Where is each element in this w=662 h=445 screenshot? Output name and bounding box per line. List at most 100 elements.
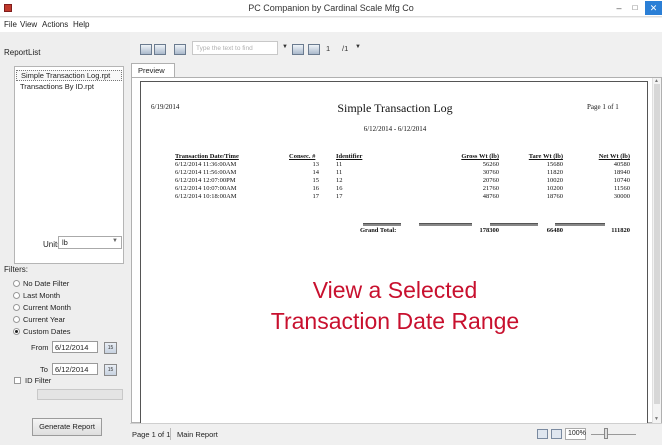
overlay-line-2: Transaction Date Range — [270, 308, 520, 334]
search-input[interactable]: Type the text to find — [192, 41, 278, 55]
toolbar: Type the text to find ▼ 1 /1 ▼ — [130, 32, 662, 62]
radio-icon[interactable] — [13, 304, 20, 311]
grand-total-label: Grand Total: — [360, 227, 397, 234]
table-cell: 30000 — [613, 193, 630, 200]
report-page: 6/19/2014 Simple Transaction Log Page 1 … — [140, 81, 648, 424]
close-icon[interactable]: ✕ — [645, 1, 662, 15]
minimize-icon[interactable]: – — [611, 1, 627, 15]
status-page: Page 1 of 1 — [132, 430, 171, 439]
vertical-scrollbar[interactable]: ▲ ▼ — [652, 78, 661, 424]
title-bar: PC Companion by Cardinal Scale Mfg Co – … — [0, 0, 662, 17]
id-filter-label: ID Filter — [25, 376, 52, 385]
col-header-identifier: Identifier — [336, 153, 363, 160]
status-bar: Page 1 of 1 Main Report 100% — [130, 423, 662, 445]
table-cell: 6/12/2014 10:07:00AM — [175, 185, 237, 192]
find-next-icon[interactable] — [292, 44, 304, 55]
menu-help[interactable]: Help — [73, 20, 89, 29]
table-cell: 11 — [336, 161, 343, 168]
col-header-consec: Consec. # — [289, 153, 316, 160]
total-rule — [363, 223, 401, 226]
radio-icon[interactable] — [13, 292, 20, 299]
to-date-input[interactable]: 6/12/2014 — [52, 363, 98, 375]
menu-file[interactable]: File — [4, 20, 17, 29]
zoom-slider-thumb[interactable] — [604, 428, 608, 439]
total-rule — [419, 223, 472, 226]
total-rule — [555, 223, 605, 226]
filter-current-year[interactable]: Current Year — [13, 315, 65, 325]
radio-icon[interactable] — [13, 316, 20, 323]
table-cell: 6/12/2014 10:18:00AM — [175, 193, 237, 200]
report-title: Simple Transaction Log — [337, 101, 453, 115]
table-cell: 13 — [312, 161, 320, 168]
fit-width-icon[interactable] — [551, 429, 562, 439]
menu-actions[interactable]: Actions — [42, 20, 68, 29]
grand-total-net: 111820 — [611, 227, 630, 234]
promo-overlay-text: View a Selected Transaction Date Range — [141, 275, 649, 337]
table-cell: 12 — [336, 177, 343, 184]
col-header-datetime: Transaction Date/Time — [175, 153, 239, 160]
units-value: lb — [62, 238, 68, 247]
calendar-icon[interactable]: 15 — [104, 364, 117, 376]
to-label: To — [40, 365, 48, 374]
zoom-slider-track[interactable] — [591, 434, 636, 435]
chevron-down-icon: ▼ — [112, 238, 118, 244]
page-total: /1 — [342, 44, 349, 53]
table-cell: 16 — [336, 185, 343, 192]
radio-selected-icon[interactable] — [13, 328, 20, 335]
generate-report-button[interactable]: Generate Report — [32, 418, 102, 436]
report-list[interactable]: Simple Transaction Log.rpt Transactions … — [14, 66, 124, 264]
filters-label: Filters: — [4, 265, 28, 274]
id-filter-input[interactable] — [37, 389, 123, 400]
maximize-icon[interactable]: □ — [627, 1, 643, 15]
table-cell: 6/12/2014 11:36:00AM — [175, 161, 237, 168]
report-viewer[interactable]: 6/19/2014 Simple Transaction Log Page 1 … — [131, 77, 662, 424]
zoom-level[interactable]: 100% — [565, 428, 586, 440]
table-cell: 16 — [312, 185, 320, 192]
scroll-down-icon[interactable]: ▼ — [654, 416, 659, 422]
window-title: PC Companion by Cardinal Scale Mfg Co — [248, 3, 414, 13]
menu-view[interactable]: View — [20, 20, 37, 29]
status-separator — [170, 428, 171, 440]
chevron-down-icon[interactable]: ▼ — [355, 44, 361, 50]
table-cell: 11 — [336, 169, 343, 176]
menu-bar: File View Actions Help — [0, 18, 662, 32]
report-page-label: Page 1 of 1 — [587, 103, 619, 111]
fit-page-icon[interactable] — [537, 429, 548, 439]
table-cell: 17 — [336, 193, 343, 200]
from-date-input[interactable]: 6/12/2014 — [52, 341, 98, 353]
table-cell: 6/12/2014 11:56:00AM — [175, 169, 237, 176]
status-report-name: Main Report — [177, 430, 218, 439]
table-cell: 40580 — [613, 161, 630, 168]
page-current[interactable]: 1 — [326, 44, 330, 53]
overlay-line-1: View a Selected — [312, 277, 478, 303]
filter-no-date[interactable]: No Date Filter — [13, 279, 69, 289]
table-cell: 18940 — [613, 169, 630, 176]
scroll-up-icon[interactable]: ▲ — [654, 78, 659, 84]
tab-preview[interactable]: Preview — [131, 63, 175, 77]
table-cell: 17 — [312, 193, 320, 200]
export-icon[interactable] — [154, 44, 166, 55]
filter-custom-dates[interactable]: Custom Dates — [13, 327, 71, 337]
copy-icon[interactable] — [174, 44, 186, 55]
col-header-net: Net Wt (lb) — [598, 153, 630, 160]
calendar-icon[interactable]: 15 — [104, 342, 117, 354]
radio-icon[interactable] — [13, 280, 20, 287]
from-label: From — [31, 343, 49, 352]
refresh-icon[interactable] — [308, 44, 320, 55]
left-panel: ReportList Simple Transaction Log.rpt Tr… — [0, 32, 130, 445]
table-cell: 11560 — [613, 185, 630, 192]
report-date-range: 6/12/2014 - 6/12/2014 — [363, 125, 427, 133]
table-cell: 14 — [312, 169, 320, 176]
report-item-transactions-by-id[interactable]: Transactions By ID.rpt — [20, 82, 94, 91]
filter-last-month[interactable]: Last Month — [13, 291, 60, 301]
units-select[interactable]: lb ▼ — [58, 236, 122, 249]
chevron-down-icon[interactable]: ▼ — [282, 44, 288, 50]
print-icon[interactable] — [140, 44, 152, 55]
table-cell: 6/12/2014 12:07:00PM — [175, 177, 236, 184]
scrollbar-thumb[interactable] — [654, 84, 660, 404]
filter-current-month[interactable]: Current Month — [13, 303, 71, 313]
total-rule — [490, 223, 538, 226]
table-cell: 10740 — [613, 177, 630, 184]
id-filter-checkbox[interactable] — [14, 377, 21, 384]
report-item-simple-transaction-log[interactable]: Simple Transaction Log.rpt — [16, 70, 122, 81]
